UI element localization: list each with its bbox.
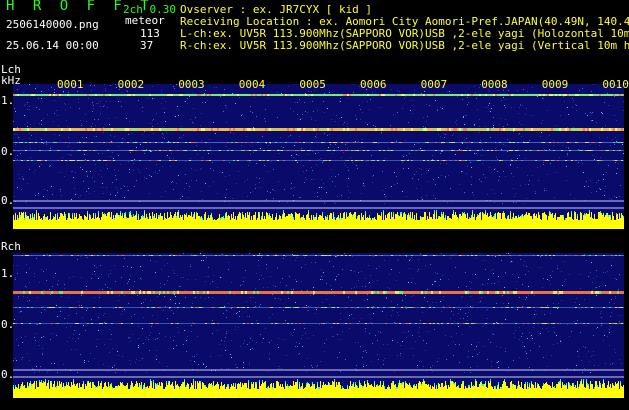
lch-carrier-3 [13, 150, 624, 151]
time-mark-0002: 0002 [117, 78, 145, 91]
rch-carrier-3 [13, 323, 624, 324]
time-mark-0006: 0006 [360, 78, 387, 91]
time-mark-0001: 0001 [57, 78, 84, 91]
station-info: Ovserver : ex. JR7CYX [ kid ] Receiving … [180, 4, 629, 52]
meteor-count-rch: 37 [140, 39, 154, 52]
rch-carrier-0 [13, 255, 624, 256]
rch-carrier-2 [13, 307, 624, 308]
file-name: 2506140000.png [6, 18, 99, 31]
time-mark-0004: 0004 [238, 78, 266, 91]
lch-carrier-2 [13, 142, 624, 143]
meteor-label: meteor [125, 14, 165, 27]
time-mark-0007: 0007 [420, 78, 448, 91]
time-mark-0003: 0003 [178, 78, 205, 91]
rch-label: Rch [1, 240, 21, 253]
time-mark-0009: 0009 [541, 78, 569, 91]
lch-spectrogram [13, 84, 624, 229]
time-mark-0005: 0005 [299, 78, 326, 91]
rch-background [13, 253, 624, 398]
time-mark-0008: 0008 [481, 78, 508, 91]
date-time: 25.06.14 00:00 [6, 39, 99, 52]
rch-carrier-1 [13, 291, 624, 294]
rch-line: R-ch:ex. UV5R 113.900Mhz(SAPPORO VOR)USB… [180, 39, 629, 52]
time-mark-0010: 0010 [602, 78, 629, 91]
lch-carrier-0 [13, 94, 624, 96]
rch-spectrogram [13, 253, 624, 398]
lch-carrier-4 [13, 160, 624, 161]
hrofft-screen: H R O F F T 2506140000.png 25.06.14 00:0… [0, 0, 629, 410]
lch-carrier-1 [13, 128, 624, 131]
